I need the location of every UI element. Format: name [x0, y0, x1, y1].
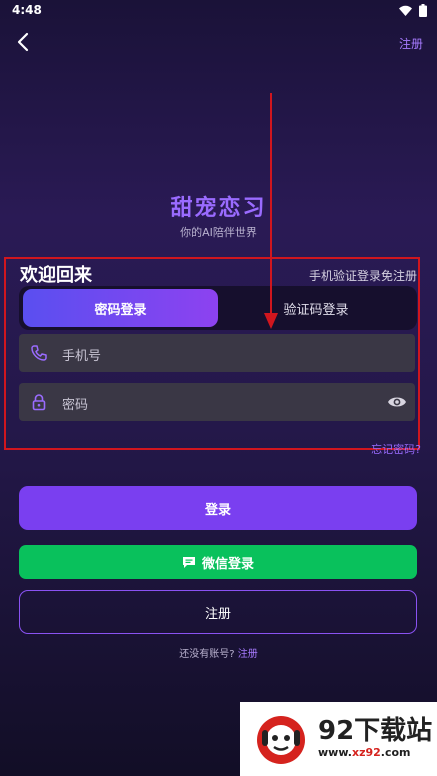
wechat-login-label: 微信登录	[201, 556, 254, 572]
tab-password-login[interactable]: 密码登录	[23, 289, 218, 327]
welcome-heading: 欢迎回来	[20, 265, 92, 286]
lock-icon	[32, 394, 46, 411]
wechat-chat-icon	[182, 556, 195, 568]
watermark: 92下载站 www.xz92.com	[240, 702, 437, 776]
app-title: 甜宠恋习	[170, 196, 267, 221]
tab-code-login[interactable]: 验证码登录	[219, 289, 413, 327]
phone-placeholder: 手机号	[62, 349, 102, 364]
status-icons	[399, 4, 427, 17]
status-time: 4:48	[12, 3, 42, 17]
no-account-text: 还没有账号?	[179, 649, 235, 660]
login-mode-tabs: 密码登录 验证码登录	[19, 286, 417, 330]
watermark-url-suffix: .com	[380, 746, 411, 759]
password-input[interactable]: 密码	[19, 383, 415, 421]
eye-icon[interactable]	[387, 393, 407, 411]
back-arrow-icon	[17, 32, 29, 52]
wechat-login-button[interactable]: 微信登录	[19, 545, 417, 579]
watermark-title: 92下载站	[318, 716, 433, 746]
status-bar: 4:48	[0, 0, 437, 20]
watermark-logo-icon	[257, 716, 305, 764]
back-button[interactable]	[14, 30, 34, 54]
watermark-url-prefix: www.	[318, 746, 352, 759]
login-button[interactable]: 登录	[19, 486, 417, 530]
app-subtitle: 你的AI陪伴世界	[180, 226, 257, 239]
phone-icon	[31, 345, 47, 361]
forgot-password-link[interactable]: 忘记密码?	[371, 441, 421, 457]
password-placeholder: 密码	[62, 398, 89, 413]
sms-login-hint: 手机验证登录免注册	[308, 269, 417, 283]
phone-input[interactable]: 手机号	[19, 334, 415, 372]
wifi-icon	[399, 5, 412, 16]
register-button[interactable]: 注册	[19, 590, 417, 634]
battery-icon	[419, 4, 427, 17]
header-register-link[interactable]: 注册	[399, 35, 423, 52]
watermark-url: www.xz92.com	[318, 746, 411, 759]
watermark-url-brand: xz92	[351, 746, 381, 759]
footer-register-link[interactable]: 注册	[238, 649, 258, 660]
no-account-row: 还没有账号? 注册	[0, 645, 437, 660]
annotation-arrow	[264, 93, 278, 329]
